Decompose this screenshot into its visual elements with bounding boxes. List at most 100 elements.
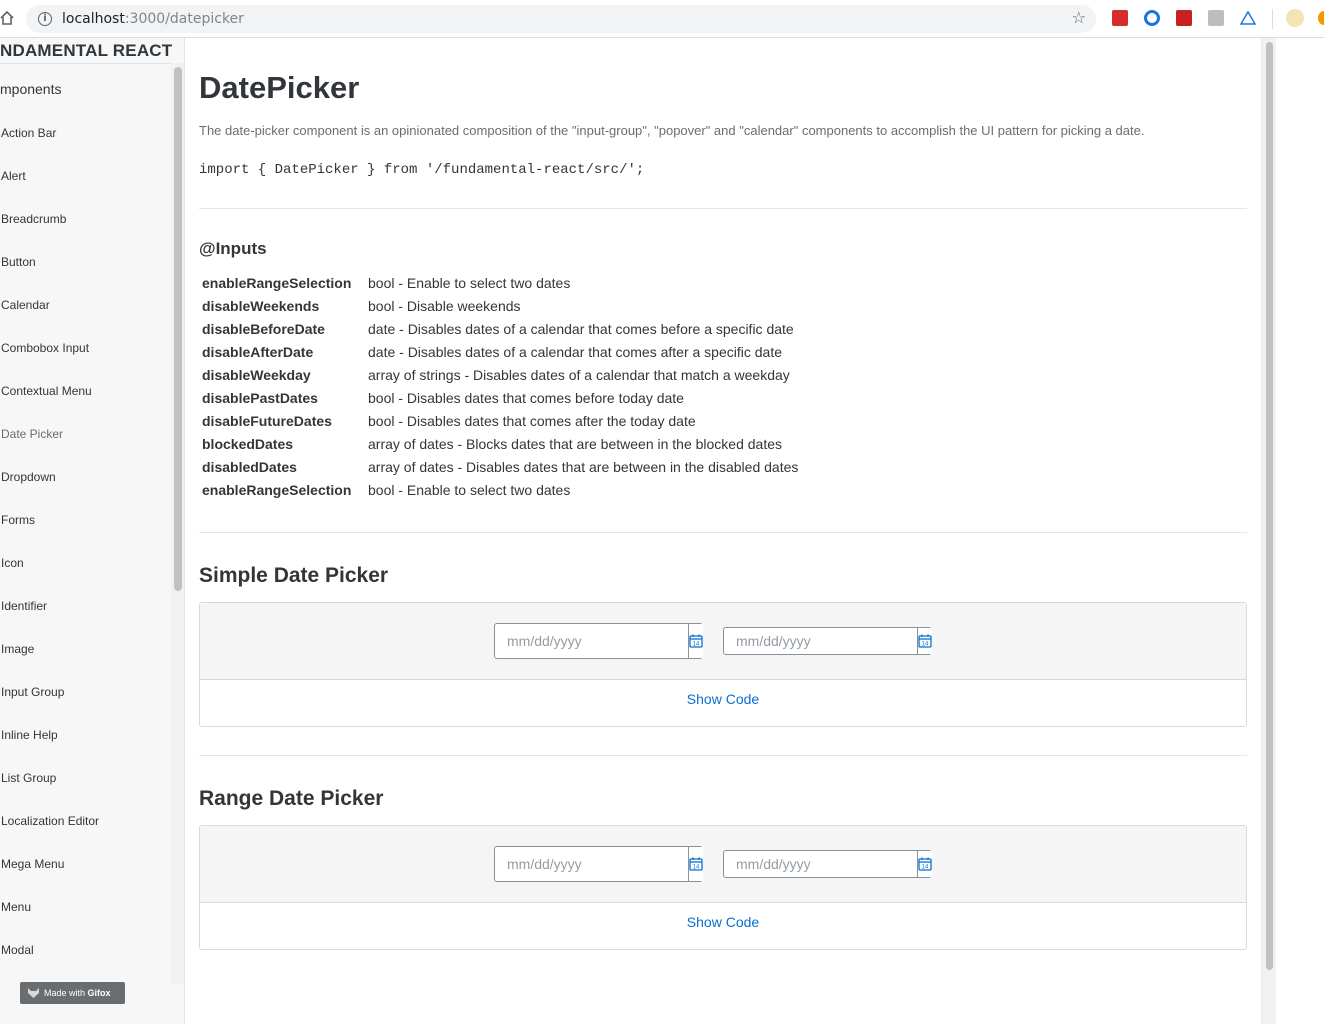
prop-desc: bool - Disable weekends [368, 298, 521, 314]
range-date-picker-title: Range Date Picker [199, 787, 384, 810]
sidebar-item-forms[interactable]: Forms [0, 510, 170, 553]
brand-title[interactable]: NDAMENTAL REACT [0, 41, 172, 63]
prop-name: disabledDates [202, 459, 297, 475]
date-input[interactable] [495, 624, 688, 658]
table-row: blockedDates array of dates - Blocks date… [202, 434, 798, 457]
prop-name: disableWeekday [202, 367, 311, 383]
gifox-watermark: Made with Gifox [20, 982, 125, 1004]
prop-desc: bool - Disables dates that comes before … [368, 390, 684, 406]
sidebar-item-image[interactable]: Image [0, 639, 170, 682]
show-code-link[interactable]: Show Code [200, 691, 1246, 707]
sidebar-item-inline-help[interactable]: Inline Help [0, 725, 170, 768]
sidebar-item-contextual-menu[interactable]: Contextual Menu [0, 381, 170, 424]
calendar-button[interactable]: 14 [917, 628, 932, 654]
sidebar-scrollbar[interactable] [171, 63, 184, 984]
calendar-icon: 14 [918, 634, 932, 648]
address-bar[interactable]: i localhost:3000/datepicker ☆ [26, 5, 1096, 33]
sidebar: NDAMENTAL REACT mponents Action Bar Aler… [0, 38, 185, 1024]
sidebar-item-dropdown[interactable]: Dropdown [0, 467, 170, 510]
date-picker-2: 14 [723, 627, 932, 655]
right-margin [1276, 38, 1324, 1024]
simple-date-picker-title: Simple Date Picker [199, 564, 389, 587]
brand-divider [0, 63, 184, 64]
calendar-icon-day: 14 [693, 642, 700, 648]
table-row: disableWeekends bool - Disable weekends [202, 296, 798, 319]
prop-name: disableBeforeDate [202, 321, 325, 337]
profile-avatar[interactable] [1286, 9, 1304, 27]
props-table: enableRangeSelection bool - Enable to sel… [202, 273, 798, 503]
sidebar-item-input-group[interactable]: Input Group [0, 682, 170, 725]
page-description: The date-picker component is an opiniona… [199, 123, 1145, 138]
date-picker-1: 14 [494, 623, 703, 659]
prop-name: enableRangeSelection [202, 275, 352, 291]
date-input[interactable] [495, 847, 688, 881]
prop-name: disableWeekends [202, 298, 320, 314]
prop-name: disablePastDates [202, 390, 318, 406]
url-text[interactable]: localhost:3000/datepicker [62, 11, 244, 27]
show-code-link[interactable]: Show Code [200, 914, 1246, 930]
calendar-button[interactable]: 14 [688, 624, 703, 658]
calendar-button[interactable]: 14 [917, 851, 932, 877]
prop-desc: bool - Disables dates that comes after t… [368, 413, 696, 429]
simple-date-picker-demo: 14 14 Show Code [199, 602, 1247, 727]
prop-name: disableFutureDates [202, 413, 332, 429]
sidebar-item-date-picker[interactable]: Date Picker [0, 424, 170, 467]
sidebar-item-action-bar[interactable]: Action Bar [0, 123, 170, 166]
table-row: disableFutureDates bool - Disables dates … [202, 411, 798, 434]
import-code: import { DatePicker } from '/fundamental… [199, 162, 645, 178]
bookmark-star-icon[interactable]: ☆ [1072, 8, 1086, 27]
date-input[interactable] [724, 851, 917, 877]
sidebar-item-modal[interactable]: Modal [0, 940, 170, 983]
sidebar-item-calendar[interactable]: Calendar [0, 295, 170, 338]
table-row: disableAfterDate date - Disables dates of… [202, 342, 798, 365]
calendar-icon: 14 [918, 857, 932, 871]
table-row: enableRangeSelection bool - Enable to sel… [202, 480, 798, 503]
sidebar-item-localization-editor[interactable]: Localization Editor [0, 811, 170, 854]
table-row: disabledDates array of dates - Disables d… [202, 457, 798, 480]
fox-icon [28, 988, 39, 998]
sidebar-scroll-thumb[interactable] [174, 67, 182, 591]
extension-bug-icon[interactable] [1176, 10, 1192, 26]
browser-toolbar: i localhost:3000/datepicker ☆ [0, 0, 1324, 38]
divider [199, 755, 1247, 756]
sidebar-item-menu[interactable]: Menu [0, 897, 170, 940]
calendar-icon-day: 14 [922, 865, 929, 871]
table-row: disablePastDates bool - Disables dates th… [202, 388, 798, 411]
watermark-brand: Gifox [87, 988, 111, 998]
divider [199, 532, 1247, 533]
home-icon[interactable] [0, 10, 14, 26]
calendar-icon: 14 [689, 857, 703, 871]
prop-desc: bool - Enable to select two dates [368, 482, 571, 498]
prop-name: enableRangeSelection [202, 482, 352, 498]
sidebar-nav: Action Bar Alert Breadcrumb Button Calen… [0, 123, 170, 983]
sidebar-heading: mponents [0, 81, 62, 97]
date-picker-1: 14 [494, 846, 703, 882]
watermark-prefix: Made with [44, 988, 88, 998]
calendar-icon-day: 14 [693, 865, 700, 871]
prop-desc: date - Disables dates of a calendar that… [368, 344, 783, 360]
table-row: disableBeforeDate date - Disables dates o… [202, 319, 798, 342]
page-title: DatePicker [199, 70, 360, 105]
sidebar-item-alert[interactable]: Alert [0, 166, 170, 209]
extension-triangle-icon[interactable] [1240, 10, 1256, 26]
extension-circle-icon[interactable] [1144, 10, 1160, 26]
extension-lastpass-icon[interactable] [1112, 10, 1128, 26]
info-icon[interactable]: i [38, 12, 52, 26]
sidebar-item-button[interactable]: Button [0, 252, 170, 295]
sidebar-item-list-group[interactable]: List Group [0, 768, 170, 811]
calendar-button[interactable]: 14 [688, 847, 703, 881]
page-scroll-thumb[interactable] [1266, 42, 1273, 970]
update-indicator-icon[interactable] [1318, 11, 1324, 25]
extension-g-icon[interactable] [1208, 10, 1224, 26]
sidebar-item-combobox-input[interactable]: Combobox Input [0, 338, 170, 381]
sidebar-item-identifier[interactable]: Identifier [0, 596, 170, 639]
page-scrollbar[interactable] [1261, 38, 1276, 1024]
sidebar-item-breadcrumb[interactable]: Breadcrumb [0, 209, 170, 252]
date-input[interactable] [724, 628, 917, 654]
prop-desc: array of dates - Disables dates that are… [368, 459, 799, 475]
main-content: DatePicker The date-picker component is … [185, 38, 1261, 1024]
sidebar-item-icon[interactable]: Icon [0, 553, 170, 596]
prop-name: disableAfterDate [202, 344, 314, 360]
sidebar-item-mega-menu[interactable]: Mega Menu [0, 854, 170, 897]
demo-preview: 14 14 [200, 603, 1246, 680]
